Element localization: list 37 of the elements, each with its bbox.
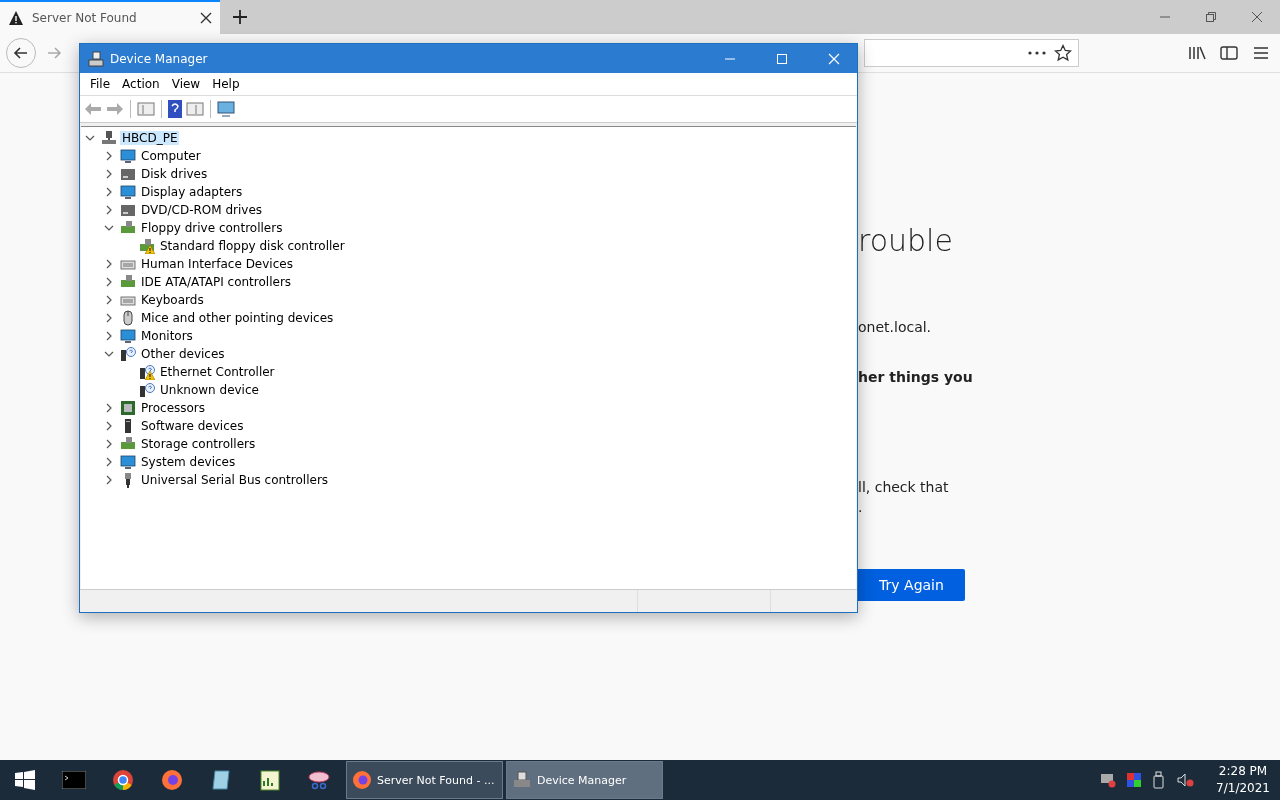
menu-item[interactable]: File (84, 77, 117, 91)
error-text: her things you (858, 368, 974, 387)
tree-item[interactable]: Processors (139, 401, 208, 415)
tree-item[interactable]: DVD/CD-ROM drives (139, 203, 265, 217)
tree-item[interactable]: Mice and other pointing devices (139, 311, 336, 325)
tree-item[interactable]: HBCD_PE (120, 131, 180, 145)
tree-item[interactable]: System devices (139, 455, 238, 469)
tree-item[interactable]: Universal Serial Bus controllers (139, 473, 331, 487)
menu-item[interactable]: Action (116, 77, 166, 91)
tree-item[interactable]: Storage controllers (139, 437, 258, 451)
tree-item[interactable]: IDE ATA/ATAPI controllers (139, 275, 294, 289)
error-text: ll, check that (858, 478, 950, 497)
taskbar-window-button[interactable]: Server Not Found - ... (346, 761, 503, 799)
tree-item[interactable]: Software devices (139, 419, 246, 433)
tree-item[interactable]: Monitors (139, 329, 195, 343)
error-text: onet.local. (858, 318, 933, 337)
clock-date: 7/1/2021 (1216, 780, 1270, 797)
tree-item[interactable]: Disk drives (139, 167, 210, 181)
tree-item[interactable]: Computer (139, 149, 203, 163)
tree-item[interactable]: Other devices (139, 347, 227, 361)
window-title: Device Manager (110, 51, 209, 66)
tree-item[interactable]: Floppy drive controllers (139, 221, 285, 235)
tree-item[interactable]: Human Interface Devices (139, 257, 295, 271)
tree-item[interactable]: Ethernet Controller (158, 365, 277, 379)
menu-item[interactable]: Help (206, 77, 246, 91)
tree-item[interactable]: Display adapters (139, 185, 245, 199)
clock-time: 2:28 PM (1218, 763, 1268, 780)
menu-item[interactable]: View (165, 77, 207, 91)
tree-item[interactable]: Standard floppy disk controller (158, 239, 347, 253)
tree-item[interactable]: Keyboards (139, 293, 206, 307)
browser-tab[interactable]: Server Not Found (0, 0, 220, 34)
tab-title: Server Not Found (32, 11, 138, 25)
error-text: . (858, 498, 864, 517)
try-again-button[interactable]: Try Again (858, 569, 965, 601)
error-heading: rouble (858, 222, 954, 260)
taskbar-window-button[interactable]: Device Manager (506, 761, 663, 799)
tree-item[interactable]: Unknown device (158, 383, 261, 397)
